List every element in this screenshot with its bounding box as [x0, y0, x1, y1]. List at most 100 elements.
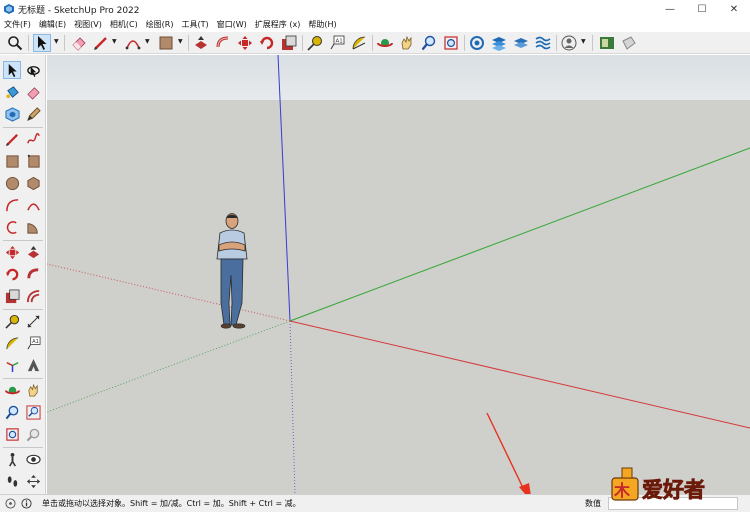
- left-toolbar: A1: [0, 55, 46, 494]
- walk-icon[interactable]: [3, 450, 21, 468]
- lasso-icon[interactable]: [24, 61, 42, 79]
- menu-extensions[interactable]: 扩展程序 (x): [251, 18, 305, 32]
- measurements-label: 数值: [585, 499, 601, 508]
- scale-icon[interactable]: [280, 34, 298, 52]
- sandbox-icon[interactable]: [534, 34, 552, 52]
- pan-icon[interactable]: [398, 34, 416, 52]
- zoom-extents-icon[interactable]: [3, 425, 21, 443]
- axes: [47, 55, 750, 494]
- svg-text:木: 木: [613, 481, 631, 500]
- extension-warehouse-icon[interactable]: [490, 34, 508, 52]
- close-button[interactable]: ✕: [718, 0, 750, 18]
- zoom-extents-icon[interactable]: [442, 34, 460, 52]
- window-title: 无标题 - SketchUp Pro 2022: [18, 5, 140, 16]
- push-pull-icon[interactable]: [24, 243, 42, 261]
- sections-icon[interactable]: [620, 34, 638, 52]
- chevron-down-icon[interactable]: ▼: [581, 38, 587, 48]
- maximize-button[interactable]: ☐: [686, 0, 718, 18]
- red-axis-negative: [47, 263, 291, 322]
- info-icon[interactable]: [20, 498, 32, 510]
- line-icon[interactable]: [3, 130, 21, 148]
- orbit-icon[interactable]: [3, 381, 21, 399]
- menu-camera[interactable]: 相机(C): [106, 18, 142, 32]
- pan-icon[interactable]: [24, 381, 42, 399]
- styles-icon[interactable]: [598, 34, 616, 52]
- warehouse-icon[interactable]: [468, 34, 486, 52]
- profile-icon[interactable]: [560, 34, 578, 52]
- two-point-arc-icon[interactable]: [24, 196, 42, 214]
- text-icon[interactable]: A1: [24, 334, 42, 352]
- section-plane-icon[interactable]: [24, 472, 42, 490]
- protractor-icon[interactable]: [3, 334, 21, 352]
- rotate-icon[interactable]: [258, 34, 276, 52]
- watermark-text: 爱好者: [642, 478, 705, 502]
- svg-text:A1: A1: [336, 39, 343, 45]
- pencil-line-icon[interactable]: [92, 34, 110, 52]
- arc-icon[interactable]: [124, 34, 142, 52]
- component-icon[interactable]: [3, 105, 21, 123]
- rectangle-icon[interactable]: [3, 152, 21, 170]
- menu-view[interactable]: 视图(V): [70, 18, 106, 32]
- tag-icon[interactable]: [24, 105, 42, 123]
- tape-measure-icon[interactable]: [306, 34, 324, 52]
- pie-icon[interactable]: [24, 218, 42, 236]
- chevron-down-icon[interactable]: ▼: [178, 38, 184, 48]
- freehand-icon[interactable]: [24, 130, 42, 148]
- status-hint: 单击或拖动以选择对象。Shift = 加/减。Ctrl = 加。Shift + …: [42, 499, 301, 508]
- menu-tools[interactable]: 工具(T): [178, 18, 213, 32]
- minimize-button[interactable]: —: [654, 0, 686, 18]
- menu-window[interactable]: 窗口(W): [213, 18, 251, 32]
- arc-icon[interactable]: [3, 196, 21, 214]
- select-icon[interactable]: [3, 61, 21, 79]
- move-icon[interactable]: [3, 243, 21, 261]
- axes-icon[interactable]: [3, 356, 21, 374]
- chevron-down-icon[interactable]: ▼: [145, 38, 151, 48]
- zoom-window-icon[interactable]: [24, 403, 42, 421]
- menu-draw[interactable]: 绘图(R): [142, 18, 178, 32]
- menu-help[interactable]: 帮助(H): [304, 18, 340, 32]
- blue-axis: [277, 55, 291, 322]
- svg-text:A1: A1: [32, 339, 39, 345]
- rotate-icon[interactable]: [3, 265, 21, 283]
- search-icon[interactable]: [6, 34, 24, 52]
- 3d-text-icon[interactable]: [24, 356, 42, 374]
- three-point-arc-icon[interactable]: [3, 218, 21, 236]
- menu-file[interactable]: 文件(F): [0, 18, 35, 32]
- offset-icon[interactable]: [24, 287, 42, 305]
- watermark-logo: 木 爱好者: [608, 466, 736, 504]
- eraser-icon[interactable]: [70, 34, 88, 52]
- rotated-rectangle-icon[interactable]: [24, 152, 42, 170]
- follow-me-icon[interactable]: [24, 265, 42, 283]
- eraser-icon[interactable]: [24, 83, 42, 101]
- zoom-icon[interactable]: [420, 34, 438, 52]
- menu-bar: 文件(F) 编辑(E) 视图(V) 相机(C) 绘图(R) 工具(T) 窗口(W…: [0, 18, 750, 32]
- chevron-down-icon[interactable]: ▼: [112, 38, 118, 48]
- push-pull-icon[interactable]: [192, 34, 210, 52]
- red-axis: [289, 320, 750, 429]
- orbit-icon[interactable]: [376, 34, 394, 52]
- look-around-icon[interactable]: [24, 450, 42, 468]
- move-icon[interactable]: [236, 34, 254, 52]
- main-toolbar: ▼ ▼ ▼ ▼ A1 ▼: [0, 32, 750, 54]
- polygon-icon[interactable]: [24, 174, 42, 192]
- geo-location-icon[interactable]: [4, 498, 16, 510]
- shape-icon[interactable]: [157, 34, 175, 52]
- select-arrow-icon[interactable]: [33, 34, 51, 52]
- paint-bucket-icon[interactable]: [3, 83, 21, 101]
- menu-edit[interactable]: 编辑(E): [35, 18, 70, 32]
- sketchup-logo-icon: [4, 4, 14, 14]
- footprints-icon[interactable]: [3, 472, 21, 490]
- previous-view-icon[interactable]: [24, 425, 42, 443]
- protractor-icon[interactable]: [350, 34, 368, 52]
- layer-icon[interactable]: [512, 34, 530, 52]
- tape-measure-icon[interactable]: [3, 312, 21, 330]
- model-viewport[interactable]: [47, 55, 750, 494]
- scale-icon[interactable]: [3, 287, 21, 305]
- follow-me-icon[interactable]: [214, 34, 232, 52]
- green-axis: [289, 147, 750, 322]
- zoom-icon[interactable]: [3, 403, 21, 421]
- dimension-icon[interactable]: [24, 312, 42, 330]
- chevron-down-icon[interactable]: ▼: [54, 38, 60, 48]
- circle-icon[interactable]: [3, 174, 21, 192]
- text-label-icon[interactable]: A1: [328, 34, 346, 52]
